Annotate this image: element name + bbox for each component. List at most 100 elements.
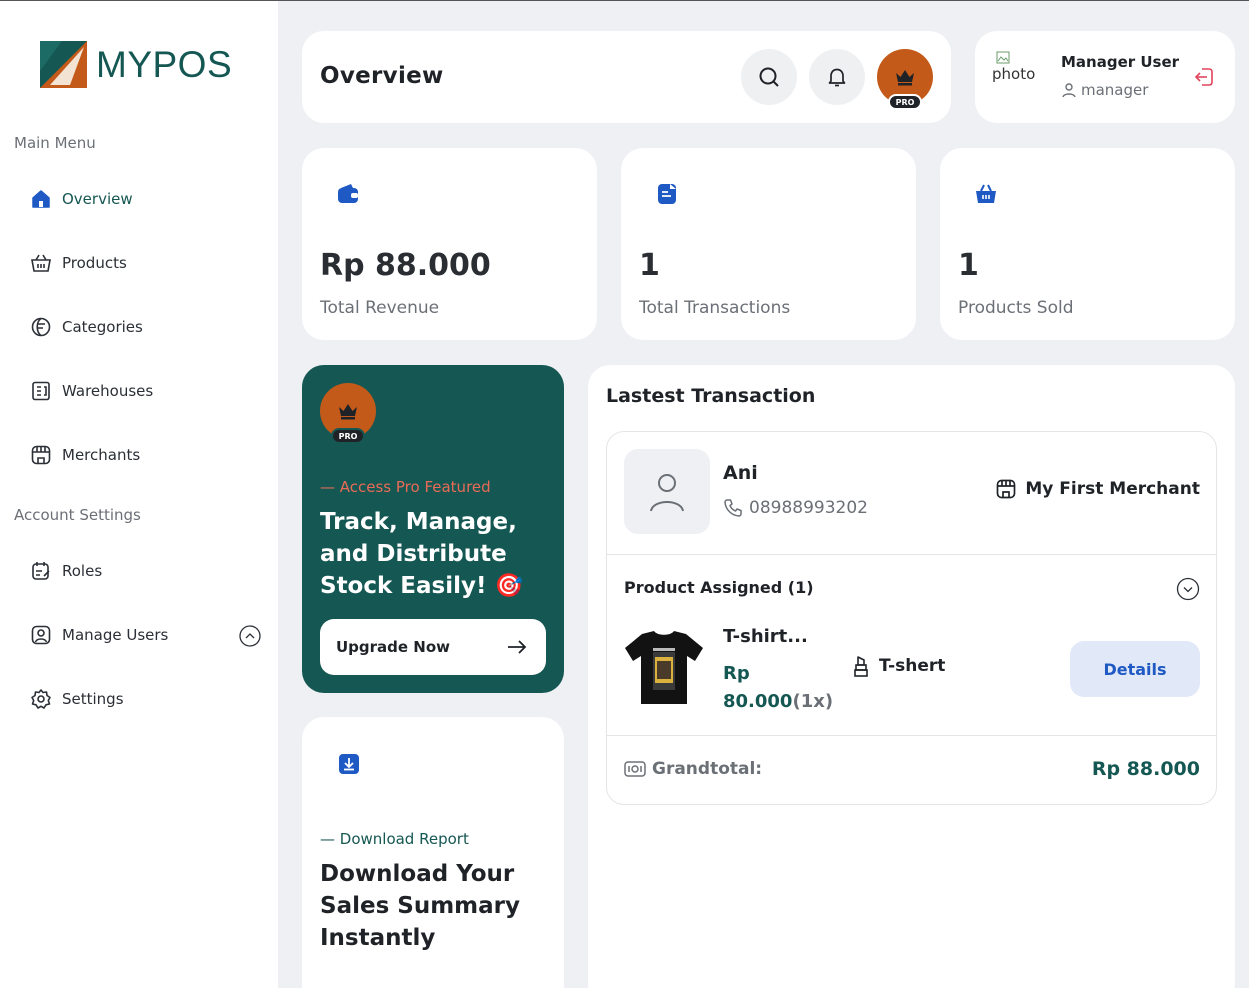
download-icon (339, 754, 359, 774)
download-report-card[interactable]: — Download Report Download Your Sales Su… (302, 717, 564, 988)
main-menu-title: Main Menu (14, 134, 96, 152)
phone-icon (724, 499, 742, 517)
grandtotal-value: Rp 88.000 (1091, 758, 1200, 780)
pro-eyebrow: — Access Pro Featured (320, 478, 491, 496)
sidebar-item-label: Settings (62, 690, 124, 708)
stat-card-products-sold: 1 Products Sold (940, 148, 1235, 340)
page-title: Overview (320, 63, 444, 89)
transaction-title: Lastest Transaction (606, 385, 816, 407)
crown-icon (896, 70, 914, 86)
sidebar-item-label: Overview (62, 190, 133, 208)
merchant-name-text: My First Merchant (1025, 479, 1200, 499)
pro-badge: PRO (888, 94, 922, 110)
account-settings-title: Account Settings (14, 506, 141, 524)
product-category-text: T-shert (879, 656, 946, 676)
sidebar: MYPOS Main Menu Overview Products Catego… (0, 1, 278, 988)
chevron-up-icon[interactable] (239, 625, 261, 647)
broken-image-icon (996, 51, 1010, 64)
basket-icon (976, 184, 996, 203)
price-prefix: Rp (723, 663, 750, 684)
wallet-icon (338, 184, 358, 203)
user-square-icon (30, 624, 52, 646)
sidebar-item-merchants[interactable]: Merchants (30, 441, 140, 469)
price-qty: (1x) (792, 691, 834, 712)
merchant-name: My First Merchant (995, 478, 1200, 500)
calendar-edit-icon (30, 560, 52, 582)
divider (607, 735, 1216, 736)
bell-icon (828, 68, 846, 87)
customer-phone-text: 08988993202 (749, 498, 868, 518)
sidebar-item-settings[interactable]: Settings (30, 685, 124, 713)
receipt-icon (658, 184, 676, 204)
gear-icon (30, 688, 52, 710)
crown-icon (339, 404, 357, 420)
warehouse-icon (30, 380, 52, 402)
lipstick-icon (854, 656, 868, 677)
user-icon (1062, 83, 1076, 98)
grandtotal-label-text: Grandtotal: (652, 759, 763, 779)
pro-upgrade-card: PRO — Access Pro Featured Track, Manage,… (302, 365, 564, 693)
download-eyebrow: — Download Report (320, 830, 469, 848)
logo-mark-icon (40, 41, 87, 88)
price-value: 80.000 (723, 691, 793, 712)
shop-icon (997, 479, 1016, 499)
sidebar-item-label: Warehouses (62, 382, 154, 400)
sidebar-item-categories[interactable]: Categories (30, 313, 143, 341)
customer-avatar (624, 449, 710, 534)
search-button[interactable] (741, 49, 797, 105)
user-card: photo Manager User manager (975, 31, 1235, 123)
stat-card-revenue: Rp 88.000 Total Revenue (302, 148, 597, 340)
customer-name: Ani (723, 462, 758, 484)
stat-card-transactions: 1 Total Transactions (621, 148, 916, 340)
category-icon (30, 316, 52, 338)
details-button[interactable]: Details (1070, 641, 1200, 697)
logo-text: MYPOS (96, 43, 233, 85)
stat-label: Total Transactions (639, 298, 791, 318)
latest-transaction-card: Lastest Transaction Ani 08988993202 My F… (588, 365, 1235, 988)
pro-badge: PRO (331, 428, 365, 444)
user-role: manager (1061, 81, 1148, 99)
product-name: T-shirt... (723, 626, 808, 647)
notification-button[interactable] (809, 49, 865, 105)
sidebar-item-label: Categories (62, 318, 143, 336)
sidebar-item-overview[interactable]: Overview (30, 185, 133, 213)
sidebar-item-label: Merchants (62, 446, 141, 464)
shop-icon (30, 444, 52, 466)
download-heading: Download Your Sales Summary Instantly (320, 861, 520, 951)
sidebar-item-products[interactable]: Products (30, 249, 127, 277)
stat-value: Rp 88.000 (320, 248, 491, 283)
sidebar-item-manage-users[interactable]: Manage Users (30, 621, 168, 649)
stat-value: 1 (639, 248, 660, 283)
header-bar: Overview PRO (302, 31, 951, 123)
user-icon (650, 473, 684, 511)
sidebar-item-warehouses[interactable]: Warehouses (30, 377, 153, 405)
logo[interactable]: MYPOS (40, 41, 232, 88)
stat-label: Products Sold (958, 298, 1074, 318)
product-price: Rp 80.000(1x) (723, 660, 833, 716)
search-icon (759, 67, 779, 87)
sidebar-item-roles[interactable]: Roles (30, 557, 102, 585)
money-icon (624, 761, 646, 777)
stat-label: Total Revenue (320, 298, 440, 318)
photo-alt-text: photo (992, 65, 1036, 83)
logout-icon[interactable] (1193, 65, 1217, 89)
user-photo: photo (992, 51, 1035, 83)
pro-heading: Track, Manage, and Distribute Stock Easi… (320, 509, 524, 599)
product-assigned-label: Product Assigned (1) (624, 578, 814, 597)
home-icon (30, 188, 52, 210)
upgrade-now-label: Upgrade Now (336, 638, 451, 656)
user-name: Manager User (1061, 53, 1180, 71)
upgrade-now-button[interactable]: Upgrade Now (320, 619, 546, 675)
divider (607, 554, 1216, 555)
stat-value: 1 (958, 248, 979, 283)
product-category: T-shert (852, 655, 945, 677)
sidebar-item-label: Manage Users (62, 626, 169, 644)
basket-icon (30, 252, 52, 274)
transaction-item: Ani 08988993202 My First Merchant Produc… (606, 431, 1217, 805)
customer-phone: 08988993202 (723, 498, 868, 518)
sidebar-item-label: Roles (62, 562, 103, 580)
chevron-down-icon[interactable] (1176, 577, 1200, 601)
grandtotal-label: Grandtotal: (624, 759, 762, 779)
arrow-right-icon (508, 640, 527, 654)
user-role-text: manager (1081, 81, 1149, 99)
